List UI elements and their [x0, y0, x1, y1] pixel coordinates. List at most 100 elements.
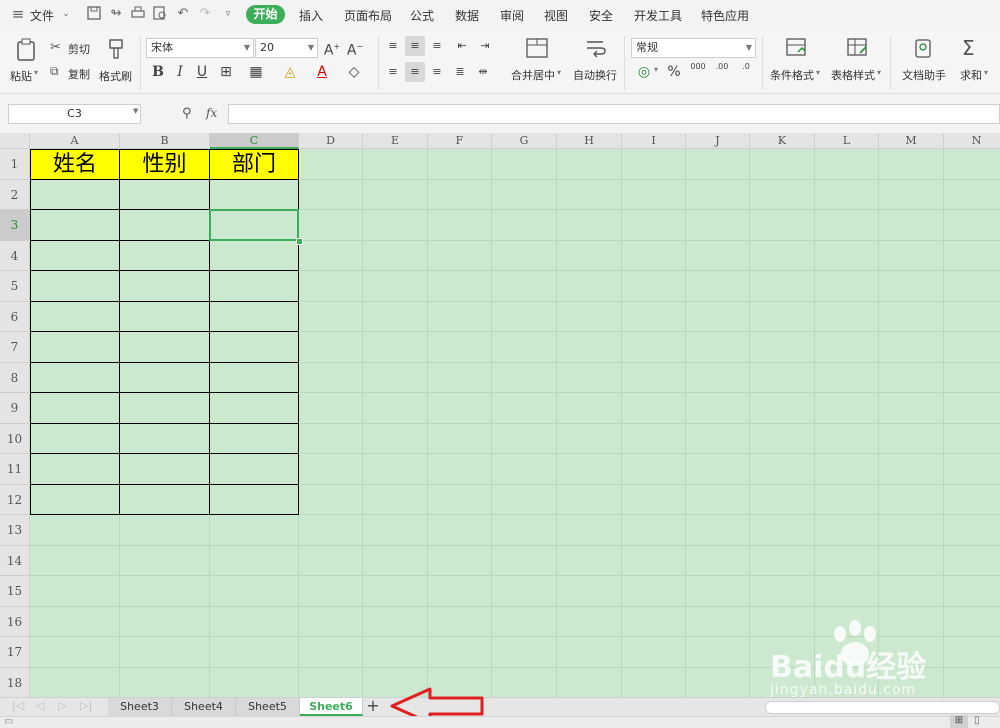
wrap-text-icon[interactable] [584, 38, 608, 60]
table-cell[interactable] [210, 454, 299, 485]
justify-icon[interactable]: ≣ [450, 62, 470, 82]
chevron-down-icon[interactable]: ▾ [654, 65, 658, 74]
table-cell[interactable] [120, 363, 210, 393]
table-cell[interactable] [120, 271, 210, 302]
row-header-15[interactable]: 15 [0, 576, 30, 607]
column-header-m[interactable]: M [879, 133, 944, 149]
italic-icon[interactable]: I [170, 62, 190, 82]
font-size-select[interactable]: 20 ▼ [255, 38, 318, 58]
last-sheet-icon[interactable]: ▷| [80, 699, 92, 712]
chevron-down-icon[interactable]: ⌄ [58, 6, 74, 22]
sheet-tab-sheet6[interactable]: Sheet6 [300, 698, 363, 716]
table-cell[interactable] [120, 332, 210, 363]
sum-button[interactable]: 求和 [960, 67, 982, 83]
column-header-e[interactable]: E [363, 133, 428, 149]
row-header-9[interactable]: 9 [0, 393, 30, 424]
row-header-4[interactable]: 4 [0, 241, 30, 271]
table-style-icon[interactable] [846, 38, 870, 60]
thousands-separator-icon[interactable]: 000 [688, 62, 708, 82]
table-cell[interactable] [30, 363, 120, 393]
formula-input[interactable] [228, 104, 1000, 124]
column-header-j[interactable]: J [686, 133, 750, 149]
table-cell[interactable] [30, 241, 120, 271]
underline-icon[interactable]: U [192, 62, 212, 82]
redo-icon[interactable]: ↷ [197, 6, 213, 22]
header-cell-c[interactable]: 部门 [210, 149, 299, 180]
menu-icon[interactable]: ≡ [10, 6, 26, 22]
format-painter-icon[interactable] [106, 38, 126, 62]
table-cell[interactable] [120, 393, 210, 424]
row-header-14[interactable]: 14 [0, 546, 30, 576]
prev-sheet-icon[interactable]: ◁ [36, 699, 44, 712]
table-cell[interactable] [210, 424, 299, 454]
page-layout-view-icon[interactable]: ▯ [974, 715, 980, 726]
row-header-5[interactable]: 5 [0, 271, 30, 302]
add-sheet-button[interactable]: + [363, 697, 383, 716]
table-cell[interactable] [30, 302, 120, 332]
undo-icon[interactable]: ↶ [175, 6, 191, 22]
table-cell[interactable] [210, 271, 299, 302]
font-name-select[interactable]: 宋体 ▼ [146, 38, 254, 58]
table-cell[interactable] [30, 485, 120, 515]
wrap-text-button[interactable]: 自动换行 [573, 67, 617, 83]
table-cell[interactable] [30, 454, 120, 485]
increase-font-icon[interactable]: A+ [322, 37, 342, 59]
border-icon[interactable]: ⊞ [216, 62, 236, 82]
macro-record-icon[interactable]: ▭ [4, 716, 13, 727]
column-header-i[interactable]: I [622, 133, 686, 149]
fill-pattern-icon[interactable]: ▦ [246, 62, 266, 82]
tab-developer[interactable]: 开发工具 [634, 7, 682, 24]
horizontal-scrollbar[interactable] [765, 701, 1000, 714]
table-cell[interactable] [30, 332, 120, 363]
file-menu[interactable]: 文件 [30, 7, 54, 24]
table-style-button[interactable]: 表格样式 [831, 67, 875, 83]
table-cell[interactable] [30, 210, 120, 241]
next-sheet-icon[interactable]: ▷ [58, 699, 66, 712]
align-center-icon[interactable]: ≡ [405, 62, 425, 82]
currency-icon[interactable]: ◎ [634, 62, 654, 82]
chevron-down-icon[interactable]: ▼ [133, 107, 138, 115]
sheet-tab-sheet4[interactable]: Sheet4 [172, 698, 236, 716]
row-header-7[interactable]: 7 [0, 332, 30, 363]
align-top-icon[interactable]: ≡ [383, 36, 403, 56]
row-header-1[interactable]: 1 [0, 149, 30, 180]
first-sheet-icon[interactable]: |◁ [12, 699, 24, 712]
normal-view-icon[interactable]: ⊞ [950, 715, 968, 728]
sum-icon[interactable]: Σ [962, 36, 975, 60]
row-header-2[interactable]: 2 [0, 180, 30, 210]
paste-button[interactable]: 粘贴 [10, 68, 32, 84]
row-header-13[interactable]: 13 [0, 515, 30, 546]
copy-icon[interactable]: ⧉ [50, 64, 59, 79]
print-icon[interactable] [130, 6, 146, 22]
increase-decimal-icon[interactable]: .00 [712, 62, 732, 82]
tab-insert[interactable]: 插入 [299, 7, 323, 24]
align-middle-icon[interactable]: ≡ [405, 36, 425, 56]
export-pdf-icon[interactable]: ↬ [108, 6, 124, 22]
increase-indent-icon[interactable]: ⇥ [475, 36, 495, 56]
spreadsheet-grid[interactable]: A B C D E F G H I J K L M N 1 2 3 4 5 6 7 8 9 10 11 12 13 14 15 16 17 1… [0, 133, 1000, 698]
copy-button[interactable]: 复制 [68, 66, 90, 82]
cut-button[interactable]: 剪切 [68, 41, 90, 57]
sheet-tab-sheet3[interactable]: Sheet3 [108, 698, 172, 716]
table-cell[interactable] [120, 454, 210, 485]
column-header-f[interactable]: F [428, 133, 492, 149]
fill-color-icon[interactable]: ◬ [280, 62, 300, 82]
number-format-select[interactable]: 常规 ▼ [631, 38, 756, 58]
tab-home[interactable]: 开始 [246, 5, 285, 24]
tab-page-layout[interactable]: 页面布局 [344, 7, 392, 24]
select-all-corner[interactable] [0, 133, 30, 149]
column-header-n[interactable]: N [944, 133, 1000, 149]
percent-icon[interactable]: % [664, 62, 684, 82]
row-header-8[interactable]: 8 [0, 363, 30, 393]
table-cell[interactable] [210, 393, 299, 424]
tab-review[interactable]: 审阅 [500, 7, 524, 24]
column-header-d[interactable]: D [299, 133, 363, 149]
table-cell[interactable] [30, 424, 120, 454]
table-cell[interactable] [30, 393, 120, 424]
tab-formulas[interactable]: 公式 [410, 7, 434, 24]
row-header-16[interactable]: 16 [0, 607, 30, 637]
align-bottom-icon[interactable]: ≡ [427, 36, 447, 56]
row-header-18[interactable]: 18 [0, 668, 30, 698]
merge-center-icon[interactable] [525, 38, 549, 60]
row-header-10[interactable]: 10 [0, 424, 30, 454]
